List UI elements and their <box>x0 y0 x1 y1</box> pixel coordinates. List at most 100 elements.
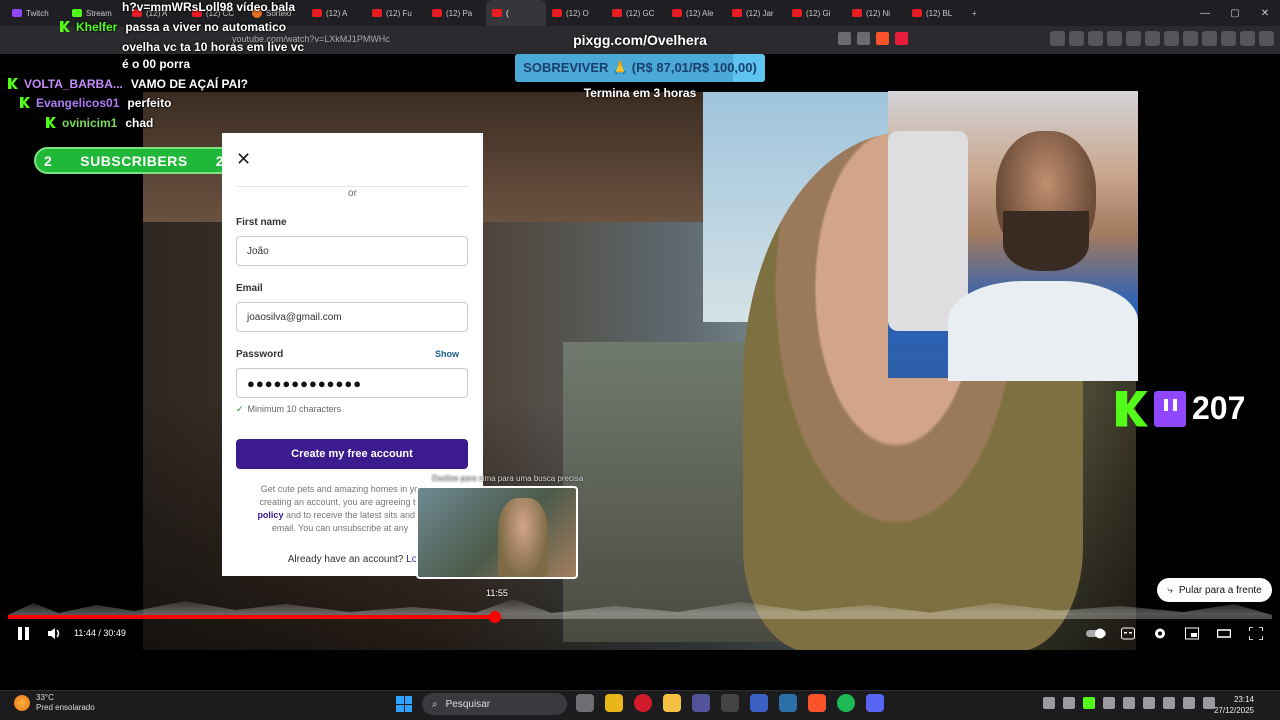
duration: 30:49 <box>103 628 126 638</box>
browser-tab[interactable]: (12) A <box>306 0 366 26</box>
seek-preview-time: 11:55 <box>486 588 508 598</box>
mic-icon[interactable] <box>1143 697 1155 709</box>
browser-tab[interactable]: (12) Pa <box>426 0 486 26</box>
share-icon[interactable] <box>857 32 870 45</box>
browser-tab[interactable]: (12) Ni <box>846 0 906 26</box>
app-icon[interactable] <box>721 694 739 712</box>
taskbar-search[interactable]: ⌕ Pesquisar <box>422 693 567 715</box>
browser-tab[interactable]: (12) BL <box>906 0 966 26</box>
sidebar-icon[interactable] <box>1183 31 1198 46</box>
new-tab-button[interactable]: + <box>966 0 996 26</box>
skip-forward-button[interactable]: ⤷ Pular para a frente <box>1157 578 1272 602</box>
speaker-icon[interactable] <box>1183 697 1195 709</box>
progress-bar[interactable] <box>8 611 1272 623</box>
tab-label: (12) Gi <box>806 8 831 18</box>
chat-text: VAMO DE AÇAÍ PAI? <box>130 77 249 91</box>
chat-user: Khelfer <box>76 20 118 34</box>
miniplayer-icon[interactable] <box>1185 627 1199 640</box>
tray-chevron-icon[interactable] <box>1043 697 1055 709</box>
skip-icon: ⤷ <box>1167 584 1173 596</box>
extension-icon[interactable] <box>1107 31 1122 46</box>
youtube-icon <box>372 9 382 17</box>
spotify-icon[interactable] <box>837 694 855 712</box>
puzzle-icon[interactable] <box>1145 31 1160 46</box>
show-password-button[interactable]: Show <box>435 349 459 359</box>
browser-tab[interactable]: (12) Ale <box>666 0 726 26</box>
chat-message: VOLTA_BARBA... VAMO DE AÇAÍ PAI? <box>8 77 248 91</box>
menu-icon[interactable] <box>1259 31 1274 46</box>
browser-tab[interactable]: Twitch <box>6 0 66 26</box>
tray-icon[interactable] <box>1103 697 1115 709</box>
maximize-icon[interactable]: ▢ <box>1220 8 1250 19</box>
tab-label: (12) Jar <box>746 8 774 18</box>
minimize-icon[interactable]: — <box>1190 8 1220 19</box>
captions-icon[interactable] <box>1121 627 1135 640</box>
close-icon[interactable]: ✕ <box>236 149 251 170</box>
password-field[interactable]: ●●●●●●●●●●●●● <box>236 368 468 398</box>
chat-text: perfeito <box>127 96 172 110</box>
discord-icon[interactable] <box>866 694 884 712</box>
brave-rewards-icon[interactable] <box>895 32 908 45</box>
policy-link[interactable]: policy <box>257 510 283 520</box>
extension-icon[interactable] <box>1126 31 1141 46</box>
extension-icon[interactable] <box>1050 31 1065 46</box>
wallet-icon[interactable] <box>1202 31 1217 46</box>
create-account-button[interactable]: Create my free account <box>236 439 468 469</box>
kick-icon <box>72 9 82 17</box>
webcam-overlay <box>888 91 1138 381</box>
settings-gear-icon[interactable] <box>1153 627 1167 640</box>
tab-label: (12) Pa <box>446 8 473 18</box>
app-icon[interactable] <box>750 694 768 712</box>
windows-start-icon[interactable] <box>396 696 412 712</box>
leo-icon[interactable] <box>1221 31 1236 46</box>
temperature: 33°C <box>36 693 54 702</box>
file-explorer-icon[interactable] <box>663 694 681 712</box>
fullscreen-icon[interactable] <box>1249 627 1263 640</box>
browser-tab[interactable]: ( <box>486 0 546 26</box>
email-field[interactable]: joaosilva@gmail.com <box>236 302 468 332</box>
youtube-icon <box>312 9 322 17</box>
cast-icon[interactable] <box>838 32 851 45</box>
brave-shield-icon[interactable] <box>876 32 889 45</box>
clock[interactable]: 23:14 27/12/2025 <box>1204 694 1254 716</box>
tray-icon[interactable] <box>1063 697 1075 709</box>
steam-icon[interactable] <box>779 694 797 712</box>
extension-icon[interactable] <box>1088 31 1103 46</box>
vpn-icon[interactable] <box>1240 31 1255 46</box>
or-separator: or <box>348 188 357 199</box>
tab-label: (12) BL <box>926 8 953 18</box>
media-icon[interactable] <box>1164 31 1179 46</box>
autoplay-toggle-icon[interactable] <box>1086 627 1108 640</box>
extension-icon[interactable] <box>1069 31 1084 46</box>
browser-tab[interactable]: (12) O <box>546 0 606 26</box>
brave-icon[interactable] <box>808 694 826 712</box>
browser-tab[interactable]: (12) Jar <box>726 0 786 26</box>
scrubber-handle[interactable] <box>488 611 501 623</box>
volume-icon[interactable] <box>47 627 61 640</box>
browser-tab[interactable]: (12) GC <box>606 0 666 26</box>
chat-text: passa a viver no automatico <box>125 20 287 34</box>
pause-icon[interactable] <box>17 627 31 640</box>
close-window-icon[interactable]: ✕ <box>1250 8 1280 19</box>
theater-mode-icon[interactable] <box>1217 627 1231 640</box>
task-view-icon[interactable] <box>576 694 594 712</box>
browser-tab[interactable]: (12) Gi <box>786 0 846 26</box>
network-icon[interactable] <box>1163 697 1175 709</box>
browser-tab[interactable]: (12) Fu <box>366 0 426 26</box>
chrome-icon[interactable] <box>605 694 623 712</box>
app-icon[interactable] <box>692 694 710 712</box>
chat-user: Evangelicos01 <box>36 96 120 110</box>
subs-label: SUBSCRIBERS <box>80 152 188 169</box>
progress-played <box>8 615 495 619</box>
tray-icon[interactable] <box>1123 697 1135 709</box>
youtube-icon <box>792 9 802 17</box>
pix-goal-bar: SOBREVIVER 🙏 (R$ 87,01/R$ 100,00) <box>515 54 765 82</box>
first-name-field[interactable]: João <box>236 236 468 266</box>
opera-icon[interactable] <box>634 694 652 712</box>
youtube-icon <box>912 9 922 17</box>
password-label: Password <box>236 349 284 360</box>
tab-label: (12) Ni <box>866 8 891 18</box>
password-value: ●●●●●●●●●●●●● <box>247 375 363 391</box>
weather-widget[interactable]: 33°C Pred ensolarado <box>14 693 95 713</box>
tray-icon[interactable] <box>1083 697 1095 709</box>
